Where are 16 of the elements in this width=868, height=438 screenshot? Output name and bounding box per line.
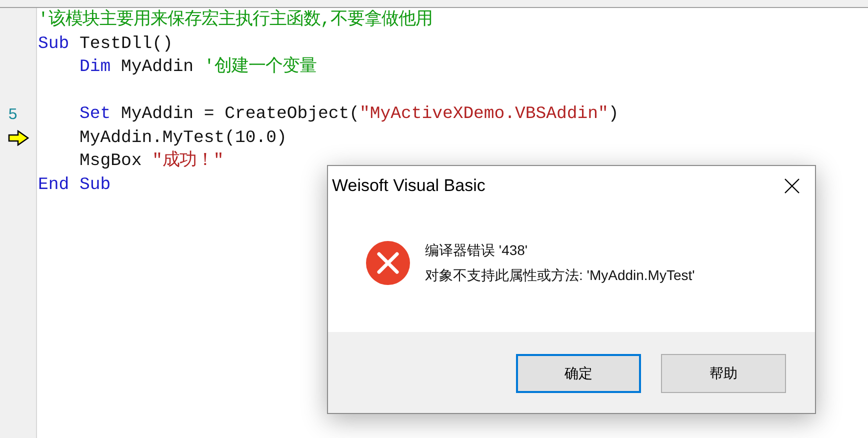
error-message: 对象不支持此属性或方法: 'MyAddin.MyTest' bbox=[425, 266, 695, 285]
close-icon bbox=[784, 178, 800, 194]
arrow-icon bbox=[8, 130, 30, 146]
code-line: End Sub bbox=[38, 176, 111, 194]
line-marker: 5 bbox=[8, 104, 18, 126]
code-line: '该模块主要用来保存宏主执行主函数,不要拿做他用 bbox=[38, 11, 433, 30]
code-line: Dim MyAddin '创建一个变量 bbox=[79, 58, 316, 77]
code-line: Set MyAddin = CreateObject("MyActiveXDemo.VBSAddin") bbox=[79, 105, 619, 124]
dialog-button[interactable]: 确定 bbox=[516, 354, 641, 393]
window-title: Weisoft Visual Basic bbox=[332, 175, 486, 198]
error-icon bbox=[365, 240, 411, 286]
code-line: Sub TestDll() bbox=[38, 34, 173, 54]
error-message: 编译器错误 '438' bbox=[425, 241, 529, 260]
dialog-button[interactable]: 帮助 bbox=[661, 354, 786, 393]
code-line: MyAddin.MyTest(10.0) bbox=[79, 128, 287, 148]
code-line: MsgBox "成功！" bbox=[79, 152, 224, 171]
